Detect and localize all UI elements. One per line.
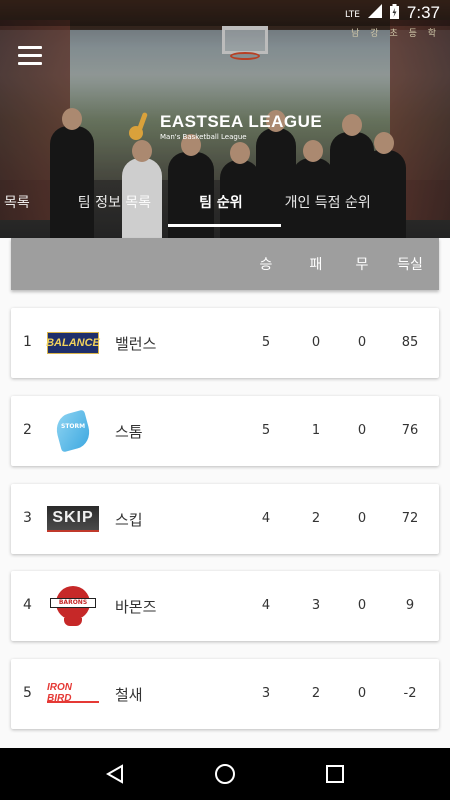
team-name: 바몬즈 xyxy=(115,598,157,616)
logo-text: BARONS xyxy=(50,598,96,608)
rank: 3 xyxy=(23,510,32,526)
league-title: EASTSEA LEAGUE xyxy=(160,112,323,131)
draws: 0 xyxy=(357,686,367,701)
league-subtitle: Man's Basketball League xyxy=(160,133,247,141)
signal-icon xyxy=(367,4,382,22)
standings-header: 승 패 무 득실 xyxy=(11,238,439,290)
home-icon xyxy=(215,764,235,784)
standings-row[interactable]: 1 BALANCE 밸런스 5 0 0 85 xyxy=(11,308,439,378)
standings-row[interactable]: 3 SKIP 스킵 4 2 0 72 xyxy=(11,484,439,554)
hamburger-line xyxy=(18,54,42,57)
standings-row[interactable]: 4 BARONS 바몬즈 4 3 0 9 xyxy=(11,571,439,641)
status-bar: LTE 7:37 xyxy=(0,0,450,26)
recents-icon xyxy=(326,765,344,783)
team-logo-barons: BARONS xyxy=(47,584,99,628)
draws: 0 xyxy=(357,598,367,613)
battery-icon xyxy=(389,3,399,23)
hamburger-line xyxy=(18,62,42,65)
points: 85 xyxy=(401,335,419,350)
header-wins: 승 xyxy=(259,257,273,273)
team-name: 철새 xyxy=(115,686,143,704)
tab-indicator xyxy=(168,224,281,227)
points: 76 xyxy=(401,423,419,438)
tab-bar: 목록 팀 정보 목록 팀 순위 개인 득점 순위 xyxy=(0,186,385,228)
team-logo-balance: BALANCE xyxy=(46,321,100,365)
team-logo-skip: SKIP xyxy=(47,497,99,541)
tab-list[interactable]: 목록 xyxy=(0,186,44,228)
logo-text: BALANCE xyxy=(46,332,100,354)
menu-button[interactable] xyxy=(18,46,42,66)
draws: 0 xyxy=(357,511,367,526)
losses: 1 xyxy=(311,423,321,438)
rank: 2 xyxy=(23,422,32,438)
network-icon: LTE xyxy=(345,6,360,21)
points: 72 xyxy=(401,511,419,526)
losses: 0 xyxy=(311,335,321,350)
wins: 5 xyxy=(261,335,271,350)
team-logo-ironbird: IRON BIRD xyxy=(47,672,99,716)
standings-row[interactable]: 5 IRON BIRD 철새 3 2 0 -2 xyxy=(11,659,439,729)
logo-text: STORM xyxy=(61,423,86,430)
system-nav-bar xyxy=(0,748,450,800)
wins: 4 xyxy=(261,598,271,613)
wins: 5 xyxy=(261,423,271,438)
header-draws: 무 xyxy=(355,257,369,273)
losses: 3 xyxy=(311,598,321,613)
losses: 2 xyxy=(311,511,321,526)
header-points: 득실 xyxy=(397,257,423,273)
points: -2 xyxy=(403,686,417,701)
team-logo-storm: STORM xyxy=(47,409,99,453)
home-button[interactable] xyxy=(205,754,245,794)
header-losses: 패 xyxy=(309,257,323,273)
basketball-player-icon xyxy=(128,111,154,142)
back-icon xyxy=(105,764,123,784)
rank: 1 xyxy=(23,334,32,350)
team-name: 스톰 xyxy=(115,423,143,441)
losses: 2 xyxy=(311,686,321,701)
rank: 4 xyxy=(23,597,32,613)
standings-row[interactable]: 2 STORM 스톰 5 1 0 76 xyxy=(11,396,439,466)
draws: 0 xyxy=(357,335,367,350)
network-label: LTE xyxy=(344,9,360,20)
team-name: 스킵 xyxy=(115,511,143,529)
recents-button[interactable] xyxy=(315,754,355,794)
clock: 7:37 xyxy=(406,3,440,22)
rank: 5 xyxy=(23,685,32,701)
tab-team-info[interactable]: 팀 정보 목록 xyxy=(44,186,165,228)
tab-player-scoring[interactable]: 개인 득점 순위 xyxy=(257,186,385,228)
team-name: 밸런스 xyxy=(115,335,157,353)
logo-text: IRON BIRD xyxy=(47,682,99,704)
hamburger-icon xyxy=(18,46,42,49)
wins: 4 xyxy=(261,511,271,526)
tab-team-ranking[interactable]: 팀 순위 xyxy=(165,186,257,228)
logo-text: SKIP xyxy=(47,506,99,532)
wins: 3 xyxy=(261,686,271,701)
draws: 0 xyxy=(357,423,367,438)
league-logo: EASTSEA LEAGUE Man's Basketball League xyxy=(128,111,323,142)
points: 9 xyxy=(405,598,415,613)
back-button[interactable] xyxy=(95,754,135,794)
